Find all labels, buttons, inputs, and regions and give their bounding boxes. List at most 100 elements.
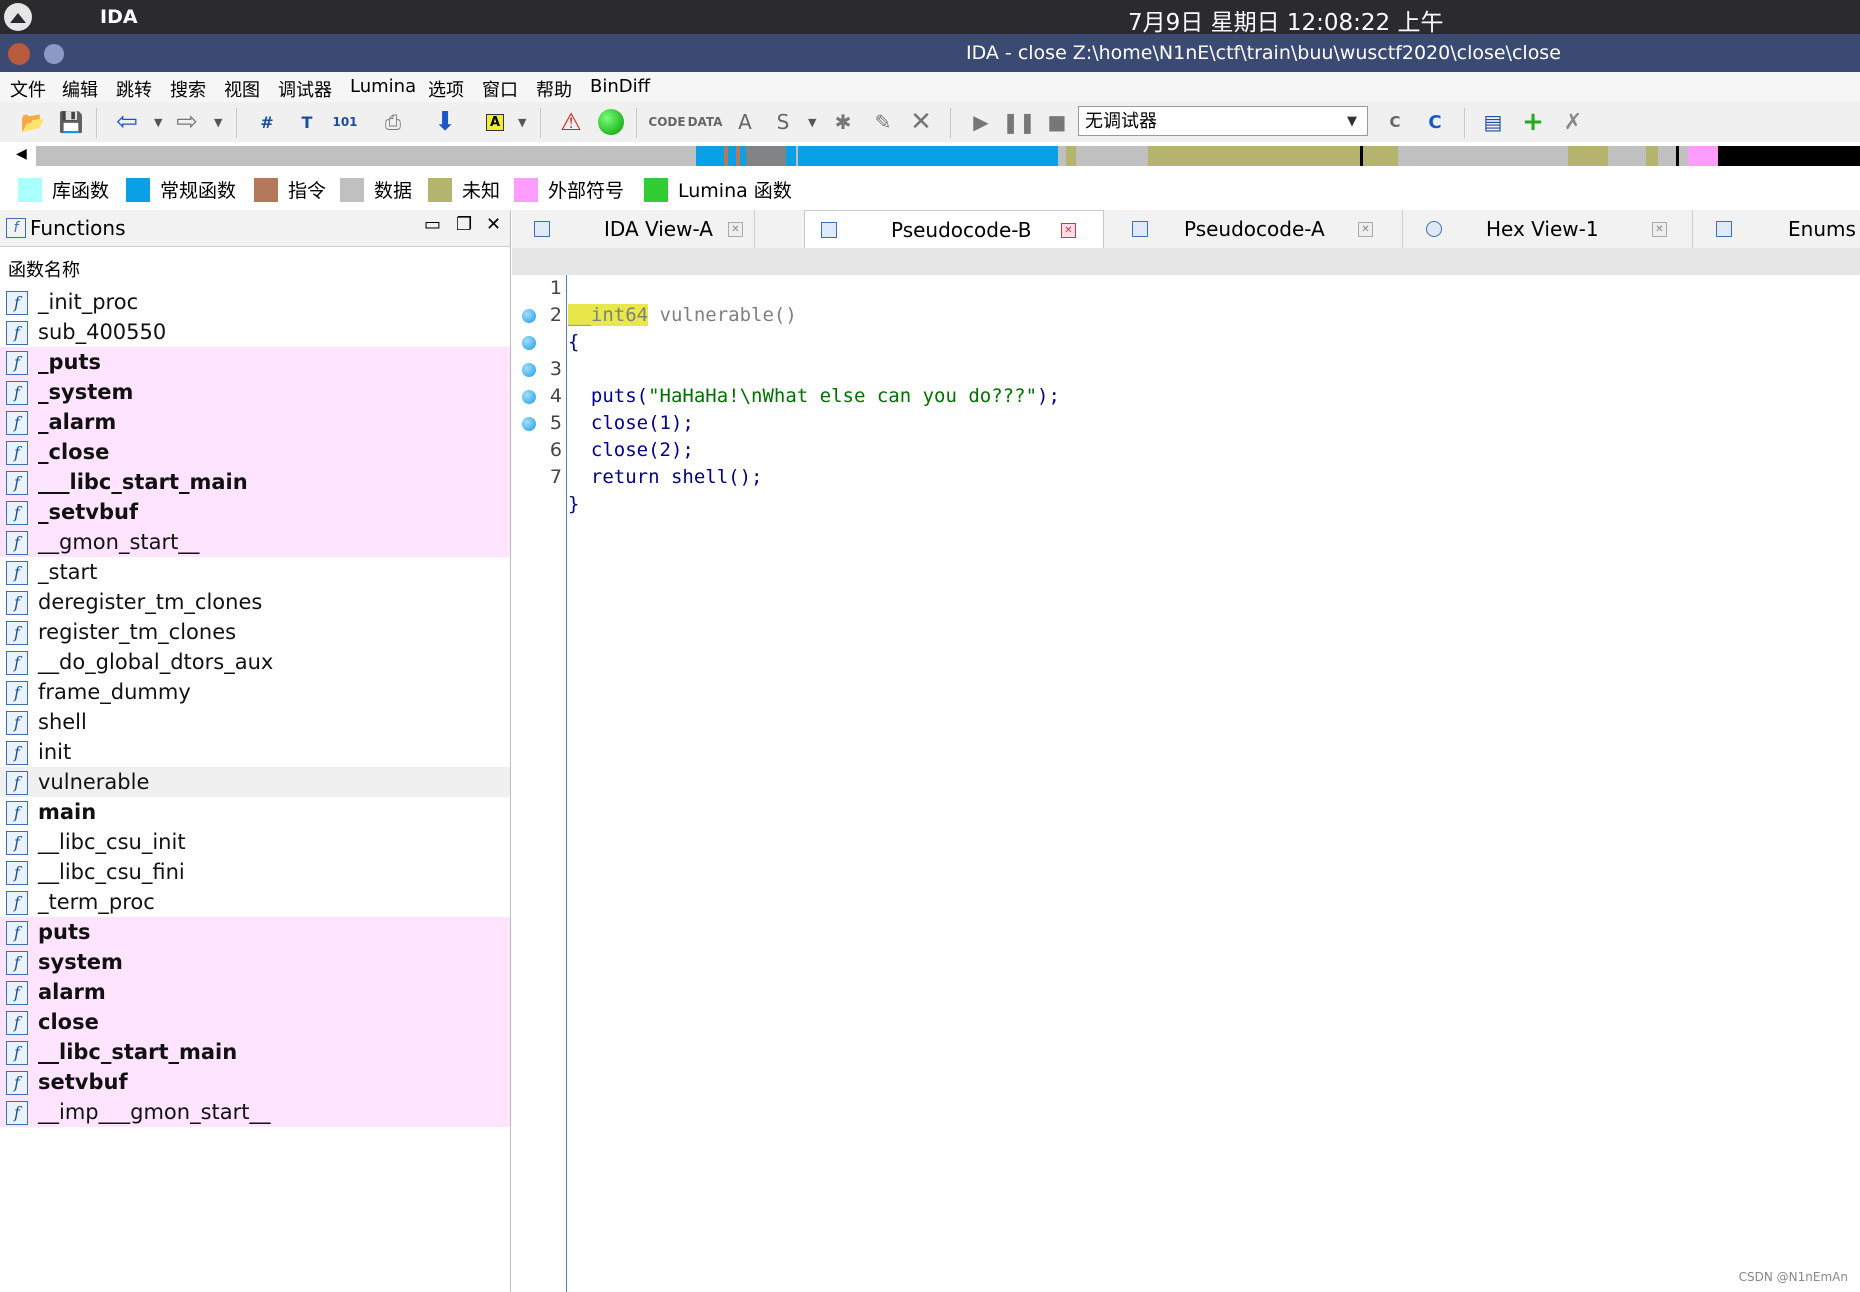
- function-list-item[interactable]: f register_tm_clones: [0, 617, 510, 647]
- text-mode-dropdown-icon[interactable]: ▼: [518, 116, 526, 129]
- undefine-icon[interactable]: ✱: [828, 107, 858, 137]
- forward-dropdown-icon[interactable]: ▼: [214, 116, 222, 129]
- remove-breakpoint-icon[interactable]: ✗: [1558, 107, 1588, 137]
- code-line[interactable]: 6 return shell();: [512, 383, 1860, 488]
- make-struct-dropdown-icon[interactable]: ▼: [808, 116, 816, 129]
- menu-options[interactable]: 选项: [428, 76, 464, 102]
- tab-close-icon[interactable]: ✕: [728, 222, 743, 237]
- activities-logo-icon[interactable]: [4, 3, 32, 31]
- function-list-item[interactable]: f system: [0, 947, 510, 977]
- tab-enums[interactable]: Enums: [1692, 210, 1860, 248]
- green-light-icon[interactable]: [596, 107, 626, 137]
- function-list-item[interactable]: f _setvbuf: [0, 497, 510, 527]
- delete-icon[interactable]: ✕: [906, 107, 936, 137]
- code-line[interactable]: 5 close(2);: [512, 356, 1860, 461]
- make-code-icon[interactable]: CODE: [648, 107, 685, 137]
- function-list-item[interactable]: f _puts: [0, 347, 510, 377]
- make-struct-icon[interactable]: S: [768, 107, 798, 137]
- function-list-item[interactable]: f frame_dummy: [0, 677, 510, 707]
- rename-icon[interactable]: ✎: [868, 107, 898, 137]
- function-list-item[interactable]: f __gmon_start__: [0, 527, 510, 557]
- tab-close-icon[interactable]: ✕: [1652, 222, 1667, 237]
- warning-icon[interactable]: ⚠: [556, 107, 586, 137]
- function-list-item[interactable]: f _alarm: [0, 407, 510, 437]
- code-line[interactable]: 7 }: [512, 410, 1860, 515]
- menu-window[interactable]: 窗口: [482, 76, 518, 102]
- function-list-item[interactable]: f _close: [0, 437, 510, 467]
- function-list-item[interactable]: f __imp___gmon_start__: [0, 1097, 510, 1127]
- menu-bindiff[interactable]: BinDiff: [590, 76, 650, 97]
- run-c-icon[interactable]: C: [1420, 107, 1450, 137]
- navigation-band[interactable]: [36, 146, 1860, 166]
- function-list-item[interactable]: f vulnerable: [0, 767, 510, 797]
- pseudocode-view[interactable]: 1 __int64 vulnerable() 2 { 3 puts("HaHaH…: [512, 248, 1860, 1292]
- tab-close-icon[interactable]: ✕: [1061, 223, 1076, 238]
- attach-c-icon[interactable]: C: [1380, 107, 1410, 137]
- debug-pause-icon[interactable]: ❚❚: [1002, 107, 1036, 137]
- menu-file[interactable]: 文件: [10, 76, 46, 102]
- breakpoint-dot-icon[interactable]: [522, 336, 536, 350]
- function-list-item[interactable]: f shell: [0, 707, 510, 737]
- function-list-item[interactable]: f ___libc_start_main: [0, 467, 510, 497]
- menu-jump[interactable]: 跳转: [116, 76, 152, 102]
- function-list-item[interactable]: f init: [0, 737, 510, 767]
- breakpoint-dot-icon[interactable]: [522, 363, 536, 377]
- system-app-name[interactable]: IDA: [100, 6, 138, 28]
- maximize-icon[interactable]: ▭: [424, 214, 441, 235]
- menu-debugger[interactable]: 调试器: [278, 76, 332, 102]
- tab-pseudocode-b[interactable]: Pseudocode-B ✕: [804, 210, 1104, 250]
- code-line[interactable]: 1 __int64 vulnerable(): [512, 248, 1860, 326]
- save-icon[interactable]: 💾: [56, 107, 86, 137]
- function-list-item[interactable]: f _init_proc: [0, 287, 510, 317]
- function-name-column-header[interactable]: 函数名称: [8, 256, 80, 282]
- jump-down-icon[interactable]: ⬇: [430, 107, 460, 137]
- code-line[interactable]: 3 puts("HaHaHa!\nWhat else can you do???…: [512, 302, 1860, 407]
- function-list-item[interactable]: f _term_proc: [0, 887, 510, 917]
- breakpoint-dot-icon[interactable]: [522, 309, 536, 323]
- function-list-item[interactable]: f __libc_start_main: [0, 1037, 510, 1067]
- search-sequence-icon[interactable]: #: [252, 107, 282, 137]
- menu-edit[interactable]: 编辑: [62, 76, 98, 102]
- make-string-icon[interactable]: A: [730, 107, 760, 137]
- breakpoint-dot-icon[interactable]: [522, 390, 536, 404]
- tab-ida-view-a[interactable]: IDA View-A ✕: [518, 210, 755, 248]
- text-mode-icon[interactable]: A: [480, 107, 510, 137]
- close-icon[interactable]: ✕: [486, 214, 501, 235]
- function-list-item[interactable]: f close: [0, 1007, 510, 1037]
- search-text-icon[interactable]: T: [292, 107, 322, 137]
- tab-hex-view-1[interactable]: Hex View-1 ✕: [1402, 210, 1693, 248]
- make-data-icon[interactable]: DATA: [688, 107, 723, 137]
- menu-search[interactable]: 搜索: [170, 76, 206, 102]
- debug-start-icon[interactable]: ▶: [966, 107, 996, 137]
- menu-lumina[interactable]: Lumina: [350, 76, 416, 97]
- search-binary-icon[interactable]: 101: [330, 107, 360, 137]
- function-list-item[interactable]: f puts: [0, 917, 510, 947]
- nav-band-arrow-icon[interactable]: ◀: [16, 146, 27, 162]
- forward-arrow-icon[interactable]: ⇨: [172, 107, 202, 137]
- back-dropdown-icon[interactable]: ▼: [154, 116, 162, 129]
- function-list-item[interactable]: f __libc_csu_init: [0, 827, 510, 857]
- back-arrow-icon[interactable]: ⇦: [112, 107, 142, 137]
- function-list-item[interactable]: f sub_400550: [0, 317, 510, 347]
- menu-help[interactable]: 帮助: [536, 76, 572, 102]
- tab-pseudocode-a[interactable]: Pseudocode-A ✕: [1104, 210, 1403, 248]
- tab-close-icon[interactable]: ✕: [1358, 222, 1373, 237]
- function-list-item[interactable]: f setvbuf: [0, 1067, 510, 1097]
- code-line[interactable]: 2 {: [512, 275, 1860, 353]
- function-list-item[interactable]: f alarm: [0, 977, 510, 1007]
- system-clock[interactable]: 7月9日 星期日 12:08:22 上午: [1128, 3, 1444, 37]
- open-folder-icon[interactable]: 📂: [18, 107, 48, 137]
- window-menu-icon[interactable]: [44, 44, 64, 64]
- breakpoint-list-icon[interactable]: ▤: [1478, 107, 1508, 137]
- float-icon[interactable]: ❐: [456, 214, 472, 235]
- debugger-select[interactable]: 无调试器 ▼: [1078, 106, 1368, 136]
- function-list-item[interactable]: f _start: [0, 557, 510, 587]
- function-list-item[interactable]: f __do_global_dtors_aux: [0, 647, 510, 677]
- add-breakpoint-icon[interactable]: +: [1518, 107, 1548, 137]
- debug-stop-icon[interactable]: ■: [1042, 107, 1072, 137]
- breakpoint-dot-icon[interactable]: [522, 417, 536, 431]
- menu-view[interactable]: 视图: [224, 76, 260, 102]
- function-list-item[interactable]: f _system: [0, 377, 510, 407]
- function-list-item[interactable]: f deregister_tm_clones: [0, 587, 510, 617]
- function-list-item[interactable]: f __libc_csu_fini: [0, 857, 510, 887]
